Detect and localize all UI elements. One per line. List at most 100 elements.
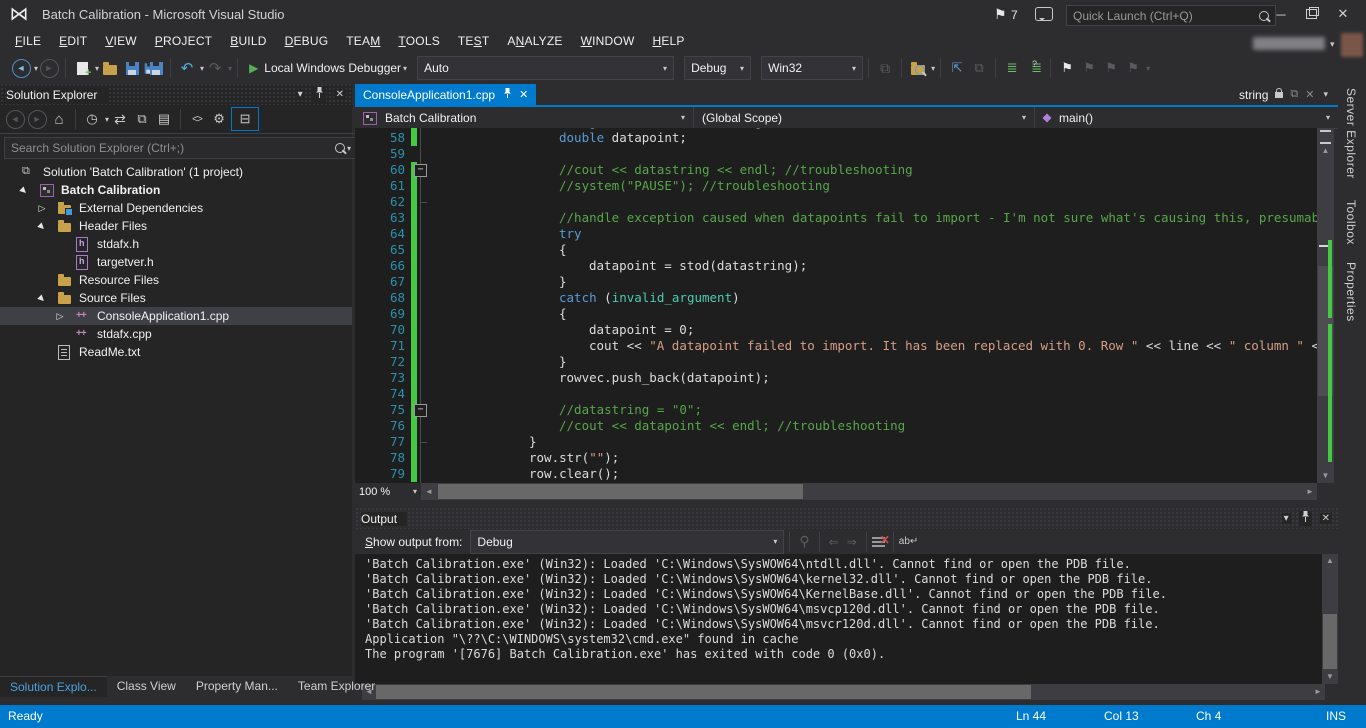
breakpoint-margin[interactable] (355, 354, 371, 370)
solution-explorer-header[interactable]: Solution Explorer ▾ ✕ (0, 84, 352, 105)
status-line-number[interactable]: Ln 44 (1016, 709, 1046, 723)
nav-member-combo[interactable]: main() ▾ (1035, 107, 1338, 128)
collapse-region-icon[interactable]: − (414, 164, 427, 177)
code-line-76[interactable]: 76//cout << datapoint << endl; //trouble… (355, 418, 1317, 434)
fold-margin[interactable] (417, 418, 433, 434)
notification-count[interactable]: 7 (1011, 8, 1018, 22)
tree-item-solution-batch-calibration-1-project[interactable]: Solution 'Batch Calibration' (1 project) (0, 163, 352, 181)
pin-icon[interactable] (313, 87, 326, 102)
scroll-right-icon[interactable]: ► (1311, 684, 1325, 700)
breakpoint-margin[interactable] (355, 402, 371, 418)
navigate-to-cursor-button[interactable]: ⇱ (947, 57, 967, 79)
code-line-78[interactable]: 78row.str(""); (355, 450, 1317, 466)
word-wrap-icon[interactable]: ab↵ (899, 536, 919, 547)
panel-tab-solution-explo[interactable]: Solution Explo... (0, 676, 107, 697)
menu-project[interactable]: PROJECT (146, 31, 221, 51)
scrollbar-thumb[interactable] (376, 685, 1031, 699)
user-dropdown-icon[interactable]: ▾ (1330, 39, 1335, 50)
code-line-71[interactable]: 71cout << "A datapoint failed to import.… (355, 338, 1317, 354)
nav-project-combo[interactable]: Batch Calibration ▾ (355, 107, 694, 128)
tree-item-resource-files[interactable]: Resource Files (0, 271, 352, 289)
breakpoint-margin[interactable] (355, 290, 371, 306)
fold-margin[interactable] (417, 450, 433, 466)
find-message-icon[interactable]: ⚲ (799, 533, 809, 550)
collapse-all-icon[interactable]: ⧉ (132, 109, 152, 129)
fold-margin[interactable] (417, 146, 433, 162)
dock-tab-properties[interactable]: Properties (1344, 262, 1358, 322)
menu-debug[interactable]: DEBUG (276, 31, 338, 51)
zoom-level-combo[interactable]: 100 % ▾ (355, 483, 422, 500)
code-line-72[interactable]: 72} (355, 354, 1317, 370)
fold-margin[interactable] (417, 322, 433, 338)
output-vertical-scrollbar[interactable]: ▲ ▼ (1322, 554, 1338, 684)
keep-open-icon[interactable] (1275, 92, 1283, 98)
dock-tab-server-explorer[interactable]: Server Explorer (1344, 88, 1358, 179)
tab-consoleapplication1[interactable]: ConsoleApplication1.cpp ✕ (355, 84, 536, 105)
tree-item-external-dependencies[interactable]: ▷External Dependencies (0, 199, 352, 217)
navigate-backward-dropdown-icon[interactable]: ▾ (34, 64, 38, 73)
active-files-dropdown-icon[interactable]: ▾ (1323, 89, 1328, 100)
find-in-files-button[interactable] (908, 57, 928, 79)
search-solution-explorer-input[interactable]: Search Solution Explorer (Ctrl+;) ▾ (4, 137, 358, 159)
dock-tab-toolbox[interactable]: Toolbox (1344, 200, 1358, 245)
search-dropdown-icon[interactable]: ▾ (347, 144, 351, 153)
status-column-number[interactable]: Col 13 (1104, 709, 1139, 723)
fold-margin[interactable] (417, 466, 433, 482)
restore-button[interactable] (1298, 4, 1324, 24)
breakpoint-margin[interactable] (355, 322, 371, 338)
start-debugging-dropdown-icon[interactable]: ▾ (403, 64, 407, 73)
menu-file[interactable]: FILE (6, 31, 50, 51)
breakpoint-margin[interactable] (355, 258, 371, 274)
editor-horizontal-scrollbar[interactable]: ◄ ► (422, 483, 1317, 500)
code-line-67[interactable]: 67} (355, 274, 1317, 290)
scroll-left-icon[interactable]: ◄ (422, 483, 436, 500)
properties-icon[interactable]: ⚙ (209, 109, 229, 129)
code-line-62[interactable]: 62 (355, 194, 1317, 210)
breakpoint-margin[interactable] (355, 434, 371, 450)
show-all-files-icon[interactable]: ▤ (154, 109, 174, 129)
code-line-61[interactable]: 61//system("PAUSE"); //troubleshooting (355, 178, 1317, 194)
previous-message-icon[interactable]: ⇐ (829, 535, 839, 549)
auto-combo[interactable]: Auto ▾ (417, 56, 674, 80)
breakpoint-margin[interactable] (355, 194, 371, 210)
window-position-dropdown-icon[interactable]: ▾ (296, 89, 305, 100)
tree-item-consoleapplication1-cpp[interactable]: ▷ConsoleApplication1.cpp (0, 307, 352, 325)
breakpoint-margin[interactable] (355, 178, 371, 194)
undo-button[interactable]: ↶ (177, 57, 197, 79)
tree-item-stdafx-h[interactable]: stdafx.h (0, 235, 352, 253)
minimize-button[interactable]: ─ (1268, 4, 1294, 24)
fold-margin[interactable] (417, 338, 433, 354)
pending-changes-filter-icon[interactable]: ◷ (82, 109, 102, 129)
home-icon[interactable]: ⌂ (49, 109, 69, 129)
tree-item-batch-calibration[interactable]: ▶Batch Calibration (0, 181, 352, 199)
preview-selected-items-icon[interactable]: ⊟ (231, 107, 259, 131)
filter-dropdown-icon[interactable]: ▾ (105, 115, 109, 124)
fold-margin[interactable] (417, 178, 433, 194)
expand-icon[interactable]: ▷ (54, 311, 66, 322)
menu-window[interactable]: WINDOW (572, 31, 644, 51)
sync-with-active-document-icon[interactable]: ⇄ (110, 109, 130, 129)
tree-item-stdafx-cpp[interactable]: stdafx.cpp (0, 325, 352, 343)
start-debugging-button[interactable]: ▶ Local Windows Debugger ▾ (243, 56, 413, 80)
breakpoint-margin[interactable] (355, 418, 371, 434)
panel-tab-property-man[interactable]: Property Man... (186, 676, 288, 696)
close-button[interactable]: ✕ (1330, 4, 1356, 24)
new-file-button[interactable] (72, 57, 92, 79)
nav-scope-combo[interactable]: (Global Scope) ▾ (694, 107, 1035, 128)
scroll-up-icon[interactable]: ▲ (1322, 554, 1338, 568)
output-horizontal-scrollbar[interactable]: ◄ ► (362, 684, 1325, 700)
close-icon[interactable]: ✕ (1320, 513, 1332, 524)
fold-margin[interactable] (417, 370, 433, 386)
breakpoint-margin[interactable] (355, 242, 371, 258)
code-line-68[interactable]: 68catch (invalid_argument) (355, 290, 1317, 306)
menu-build[interactable]: BUILD (221, 31, 275, 51)
output-source-combo[interactable]: Debug ▾ (470, 530, 784, 554)
editor-vertical-scrollbar[interactable]: ▲ ▼ (1317, 128, 1334, 483)
forward-button[interactable]: ► (27, 109, 47, 129)
solution-configuration-combo[interactable]: Debug ▾ (684, 56, 751, 80)
view-code-icon[interactable]: <> (187, 109, 207, 129)
window-position-dropdown-icon[interactable]: ▾ (1282, 513, 1291, 524)
scroll-up-icon[interactable]: ▲ (1317, 144, 1334, 158)
clear-all-icon[interactable]: ✕ (872, 535, 888, 548)
back-button[interactable]: ◄ (5, 109, 25, 129)
